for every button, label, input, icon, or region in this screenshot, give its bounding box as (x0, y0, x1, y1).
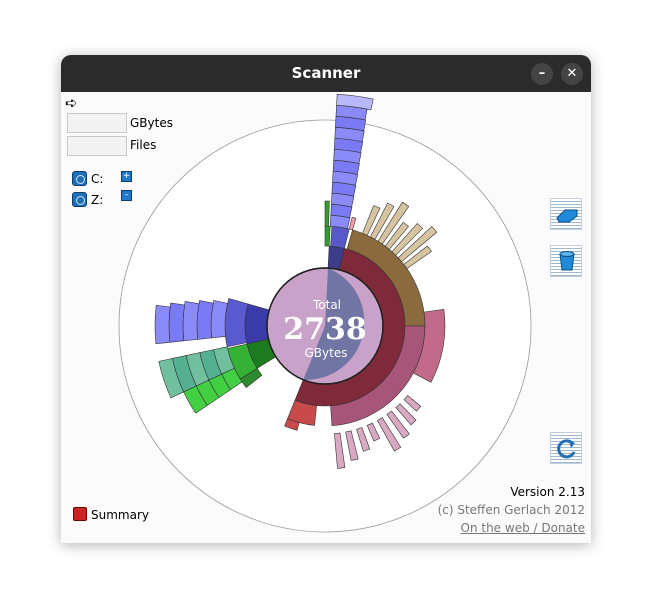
segment-left-blue[interactable] (154, 304, 171, 345)
summary-icon[interactable] (73, 507, 87, 521)
segment-ring2-blue-left[interactable] (224, 298, 249, 348)
segment-ring2-green[interactable] (324, 225, 331, 247)
title-bar: Scanner – ✕ (61, 55, 591, 92)
web-donate-link[interactable]: On the web / Donate (461, 521, 586, 535)
refresh-button[interactable] (550, 432, 582, 464)
segment-left-blue[interactable] (182, 300, 200, 342)
eraser-icon (556, 209, 578, 223)
segment-left-blue[interactable] (168, 302, 185, 343)
center-value: 2738 (283, 312, 367, 347)
center-unit: GBytes (305, 346, 348, 360)
close-icon[interactable]: ✕ (561, 63, 583, 85)
content-area: ➪ GBytes Files C: + Z: – Total 2738 GByt… (61, 92, 591, 543)
scanner-window: Scanner – ✕ ➪ GBytes Files C: + Z: – Tot… (61, 55, 591, 543)
center-label: Total (312, 298, 341, 312)
sunburst-chart[interactable]: Total 2738 GBytes (61, 92, 591, 543)
version-label: Version 2.13 (510, 485, 585, 499)
copyright-label: (c) Steffen Gerlach 2012 (437, 503, 585, 517)
segment-column-green[interactable] (324, 200, 330, 227)
segment-left-blue[interactable] (196, 300, 214, 340)
eraser-button[interactable] (550, 198, 582, 230)
minimize-icon[interactable]: – (531, 63, 553, 85)
summary-label[interactable]: Summary (91, 508, 149, 522)
trash-bin-icon (559, 251, 575, 271)
refresh-icon (557, 439, 576, 459)
segment-left-blue[interactable] (210, 299, 228, 339)
delete-button[interactable] (550, 245, 582, 277)
window-title: Scanner (291, 64, 361, 82)
segment-ring1-blue-left[interactable] (244, 303, 270, 345)
